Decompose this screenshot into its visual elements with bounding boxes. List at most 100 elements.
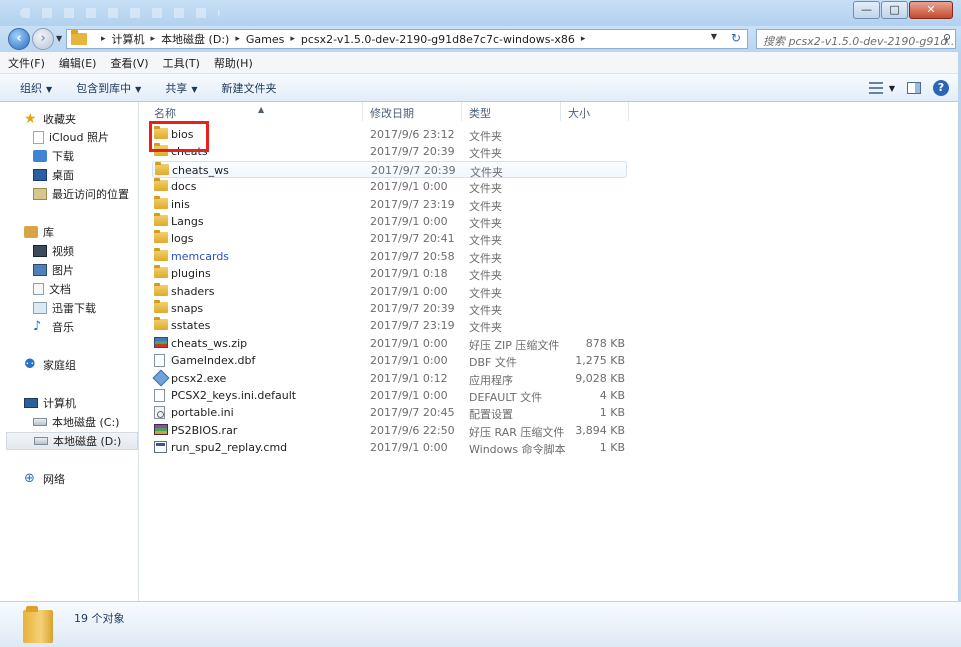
nav-item[interactable]: ⊕ 网络 [24,470,65,488]
command-button[interactable]: 共享 ▼ [165,80,197,96]
command-button[interactable]: 包含到库中 ▼ [76,80,141,96]
file-row[interactable]: bios 2017/9/6 23:12 文件夹 [152,126,627,143]
maximize-button[interactable]: □ [881,1,908,19]
nav-item[interactable]: 最近访问的位置 [33,185,129,203]
desktop-icon [33,169,47,181]
file-date: 2017/9/6 22:50 [370,423,455,437]
command-button[interactable]: 新建文件夹 [221,80,276,96]
file-row[interactable]: cheats 2017/9/7 20:39 文件夹 [152,143,627,160]
nav-item[interactable]: 本地磁盘 (C:) [33,413,119,431]
file-row[interactable]: plugins 2017/9/1 0:18 文件夹 [152,265,627,282]
file-row[interactable]: sstates 2017/9/7 23:19 文件夹 [152,317,627,334]
column-type[interactable]: 类型 [469,105,491,121]
nav-item-label: 计算机 [43,397,76,410]
file-row[interactable]: portable.ini 2017/9/7 20:45 配置设置 1 KB [152,404,627,421]
nav-item[interactable]: iCloud 照片 [33,128,109,146]
nav-item[interactable]: 迅雷下载 [33,299,96,317]
search-icon[interactable]: ⚲ [943,32,951,45]
breadcrumb-separator-icon[interactable]: ▸ [151,34,156,44]
nav-item[interactable]: 图片 [33,261,74,279]
file-row[interactable]: Langs 2017/9/1 0:00 文件夹 [152,213,627,230]
breadcrumb-item[interactable]: pcsx2-v1.5.0-dev-2190-g91d8e7c7c-windows… [301,33,575,46]
file-date: 2017/9/1 0:00 [370,441,448,455]
file-row[interactable]: cheats_ws.zip 2017/9/1 0:00 好压 ZIP 压缩文件 878… [152,335,627,352]
minimize-button[interactable]: — [853,1,880,19]
nav-item[interactable]: 库 [24,223,54,241]
file-date: 2017/9/1 0:00 [370,284,448,298]
view-options-dropdown-icon[interactable]: ▼ [889,84,895,93]
menu-item[interactable]: 查看(V) [110,55,148,71]
file-row[interactable]: GameIndex.dbf 2017/9/1 0:00 DBF 文件 1,275 KB [152,352,627,369]
column-divider[interactable] [628,102,629,121]
column-name[interactable]: 名称 [154,105,176,121]
file-row[interactable]: PCSX2_keys.ini.default 2017/9/1 0:00 DEFAU… [152,387,627,404]
window-titlebar: — □ ✕ [0,0,961,26]
column-divider[interactable] [560,102,561,121]
breadcrumb-separator-icon[interactable]: ▸ [235,34,240,44]
menu-item[interactable]: 编辑(E) [59,55,97,71]
file-row[interactable]: cheats_ws 2017/9/7 20:39 文件夹 [152,160,627,179]
nav-item-label: 视频 [52,245,74,258]
file-size: 3,894 KB [575,423,625,437]
nav-item[interactable]: ♪ 音乐 [33,318,74,336]
breadcrumb-item[interactable]: 本地磁盘 (D:) [161,31,229,47]
change-view-icon[interactable] [868,82,883,94]
search-input[interactable]: 搜索 pcsx2-v1.5.0-dev-2190-g91d... ⚲ [756,29,956,49]
file-type: 文件夹 [469,130,502,143]
back-arrow-icon[interactable]: ‹ [8,28,30,50]
file-date: 2017/9/1 0:18 [370,267,448,281]
breadcrumb-item[interactable]: 计算机 [112,31,145,47]
nav-item[interactable]: 本地磁盘 (D:) [6,432,138,450]
folder-icon [155,161,169,175]
file-name: PS2BIOS.rar [171,423,238,437]
file-date: 2017/9/7 20:39 [370,302,455,315]
address-row: ‹ › ▼ ▸ 计算机 ▸ 本地磁盘 (D:) ▸ Games ▸ pcsx2-v1.5.0-… [0,26,961,52]
file-row[interactable]: memcards 2017/9/7 20:58 文件夹 [152,247,627,265]
file-row[interactable]: logs 2017/9/7 20:41 文件夹 [152,230,627,247]
file-row[interactable]: inis 2017/9/7 23:19 文件夹 [152,195,627,213]
column-divider[interactable] [461,102,462,121]
music-icon: ♪ [33,319,42,334]
menu-item[interactable]: 帮助(H) [214,55,253,71]
nav-item[interactable]: ★ 收藏夹 [24,110,76,128]
file-row[interactable]: pcsx2.exe 2017/9/1 0:12 应用程序 9,028 KB [152,369,627,387]
nav-item[interactable]: ⚉ 家庭组 [24,356,76,374]
address-bar[interactable]: ▸ 计算机 ▸ 本地磁盘 (D:) ▸ Games ▸ pcsx2-v1.5.0-dev-21… [66,29,748,49]
close-button[interactable]: ✕ [909,1,953,19]
breadcrumb-separator-icon[interactable]: ▸ [101,34,106,44]
file-row[interactable]: shaders 2017/9/1 0:00 文件夹 [152,282,627,300]
breadcrumb-separator-icon[interactable]: ▸ [581,34,586,44]
cmd-icon [154,441,167,454]
file-type: 好压 ZIP 压缩文件 [469,338,560,352]
star-icon: ★ [24,111,37,127]
file-name: plugins [171,267,211,281]
nav-item[interactable]: 视频 [33,242,74,260]
nav-item[interactable]: 文档 [33,280,71,298]
breadcrumb-separator-icon[interactable]: ▸ [290,34,295,44]
refresh-icon[interactable]: ↻ [731,31,741,45]
column-size[interactable]: 大小 [568,105,590,121]
file-row[interactable]: snaps 2017/9/7 20:39 文件夹 [152,300,627,317]
file-name: memcards [171,249,230,263]
address-history-dropdown-icon[interactable]: ▼ [711,32,717,41]
file-row[interactable]: PS2BIOS.rar 2017/9/6 22:50 好压 RAR 压缩文件 3,89… [152,422,627,439]
help-icon[interactable]: ? [933,80,949,96]
file-name: pcsx2.exe [171,371,227,385]
column-date-modified[interactable]: 修改日期 [370,105,414,121]
forward-arrow-icon[interactable]: › [32,28,54,50]
menu-item[interactable]: 工具(T) [163,55,200,71]
nav-item[interactable]: 下载 [33,147,74,165]
file-row[interactable]: docs 2017/9/1 0:00 文件夹 [152,178,627,195]
menu-bar: 文件(F) 编辑(E) 查看(V) 工具(T) 帮助(H) [0,52,961,74]
file-row[interactable]: run_spu2_replay.cmd 2017/9/1 0:00 Windows … [152,439,627,456]
nav-item[interactable]: 桌面 [33,166,74,184]
recent-pages-dropdown-icon[interactable]: ▼ [56,34,62,43]
preview-pane-icon[interactable] [907,82,921,94]
folder-icon [154,213,168,226]
file-name: PCSX2_keys.ini.default [171,389,297,402]
menu-item[interactable]: 文件(F) [8,55,45,71]
column-divider[interactable] [362,102,363,121]
command-button[interactable]: 组织 ▼ [20,80,52,96]
nav-item[interactable]: 计算机 [24,394,76,412]
breadcrumb-item[interactable]: Games [246,33,284,46]
